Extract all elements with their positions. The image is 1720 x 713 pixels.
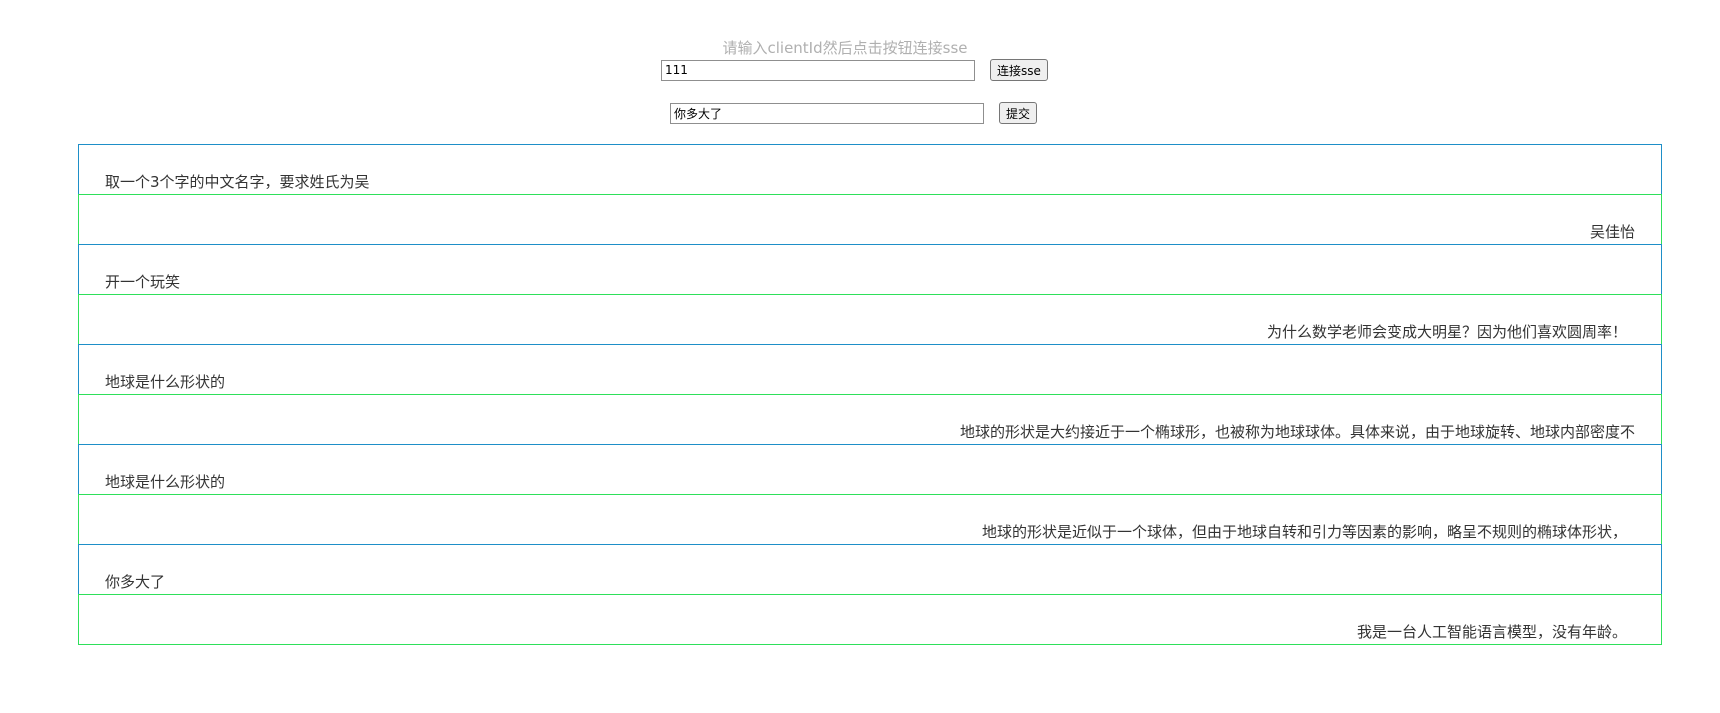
message-text: 你多大了 — [105, 573, 166, 591]
user-message: 地球是什么形状的 — [78, 344, 1662, 395]
sse-chat-page: 请输入clientId然后点击按钮连接sse 连接sse 提交 取一个3个字的中… — [0, 0, 1720, 713]
question-row: 提交 — [670, 102, 1038, 124]
connect-row: 连接sse — [661, 59, 1048, 81]
message-text: 地球是什么形状的 — [105, 473, 226, 491]
message-text: 地球的形状是大约接近于一个椭球形，也被称为地球球体。具体来说，由于地球旋转、地球… — [959, 423, 1635, 441]
message-text: 地球的形状是近似于一个球体，但由于地球自转和引力等因素的影响，略呈不规则的椭球体… — [981, 523, 1627, 541]
user-message: 开一个玩笑 — [78, 244, 1662, 295]
client-id-hint: 请输入clientId然后点击按钮连接sse — [722, 39, 968, 57]
message-text: 吴佳怡 — [1589, 223, 1635, 241]
bot-message: 我是一台人工智能语言模型，没有年龄。 — [78, 594, 1662, 645]
client-id-input[interactable] — [661, 59, 975, 81]
connect-sse-button[interactable]: 连接sse — [990, 59, 1048, 81]
chat-log: 取一个3个字的中文名字，要求姓氏为吴 吴佳怡 开一个玩笑 为什么数学老师会变成大… — [78, 144, 1662, 645]
bot-message: 地球的形状是大约接近于一个椭球形，也被称为地球球体。具体来说，由于地球旋转、地球… — [78, 394, 1662, 445]
message-text: 地球是什么形状的 — [105, 373, 226, 391]
submit-button[interactable]: 提交 — [999, 102, 1038, 124]
message-text: 我是一台人工智能语言模型，没有年龄。 — [1356, 623, 1627, 641]
bot-message: 吴佳怡 — [78, 194, 1662, 245]
message-text: 为什么数学老师会变成大明星？因为他们喜欢圆周率！ — [1266, 323, 1627, 341]
bot-message: 为什么数学老师会变成大明星？因为他们喜欢圆周率！ — [78, 294, 1662, 345]
message-text: 取一个3个字的中文名字，要求姓氏为吴 — [105, 173, 370, 191]
question-input[interactable] — [670, 102, 984, 124]
user-message: 你多大了 — [78, 544, 1662, 595]
user-message: 取一个3个字的中文名字，要求姓氏为吴 — [78, 144, 1662, 195]
bot-message: 地球的形状是近似于一个球体，但由于地球自转和引力等因素的影响，略呈不规则的椭球体… — [78, 494, 1662, 545]
user-message: 地球是什么形状的 — [78, 444, 1662, 495]
message-text: 开一个玩笑 — [105, 273, 181, 291]
